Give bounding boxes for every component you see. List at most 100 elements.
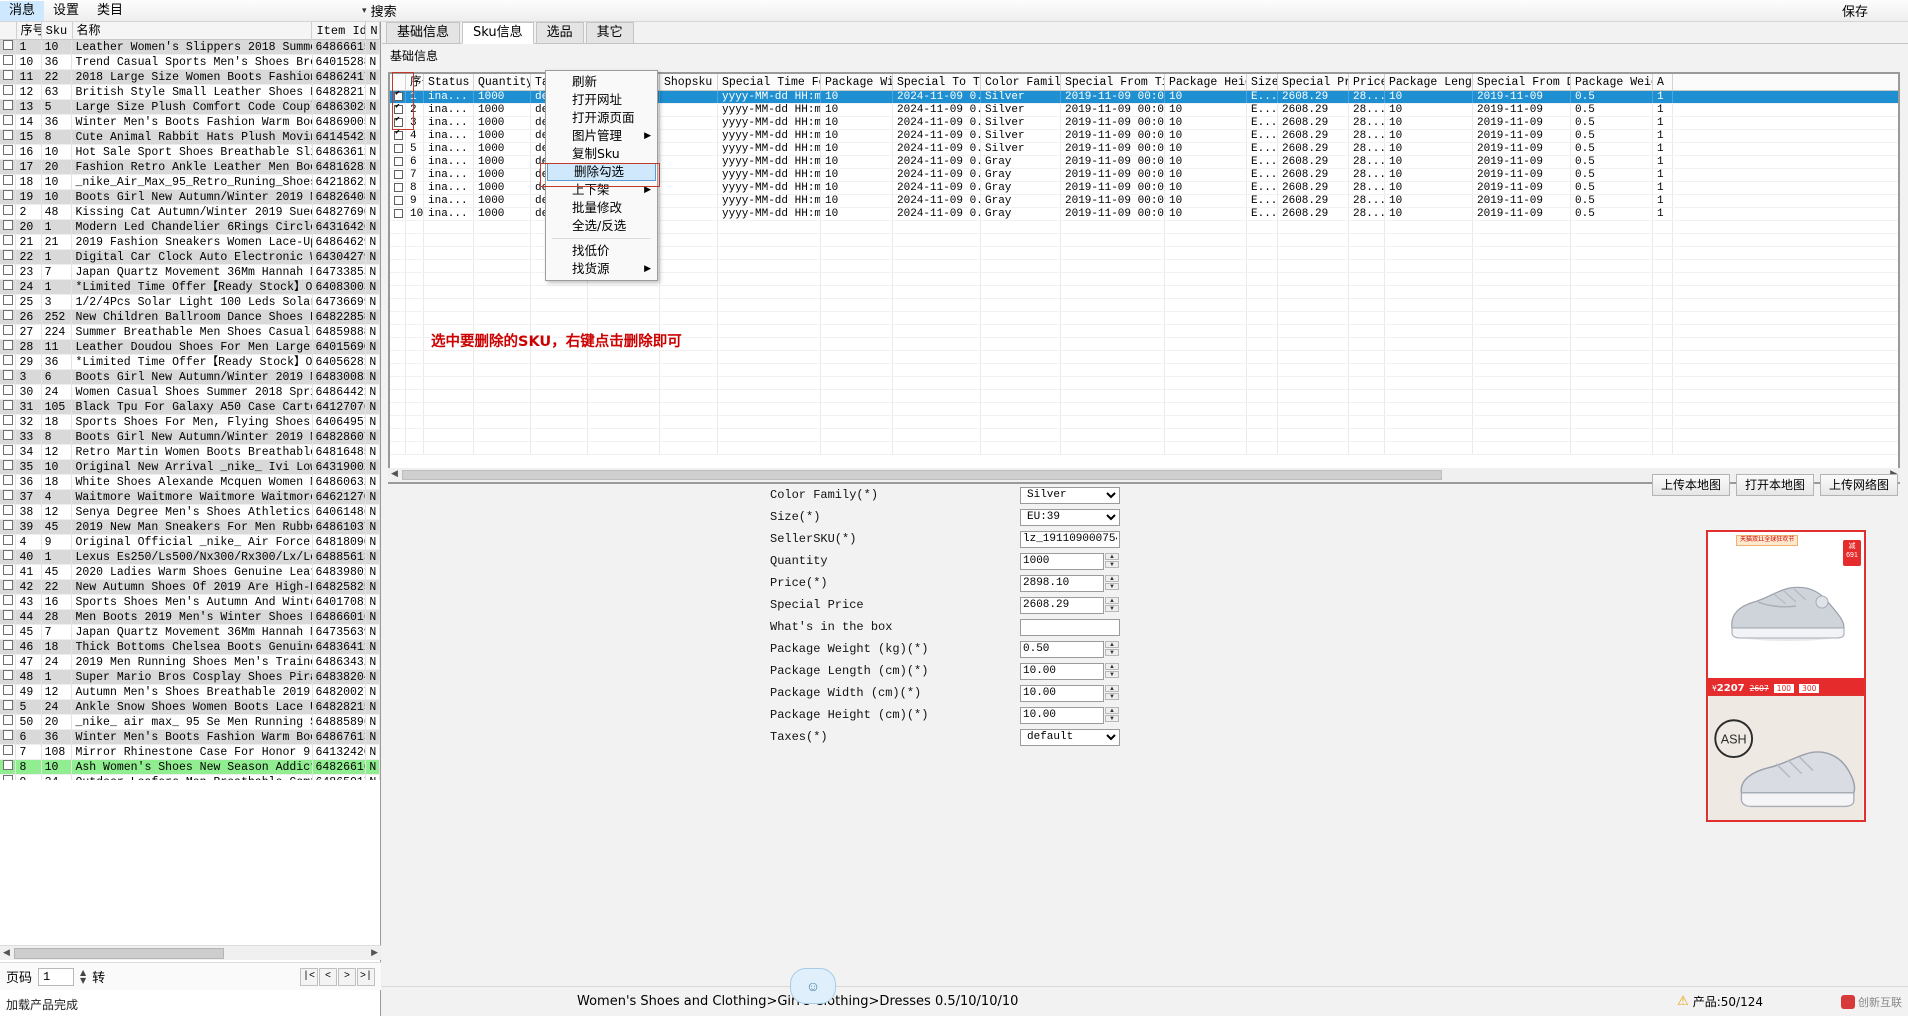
product-row[interactable]: 3618White Shoes Alexande Mcquen Women Me… <box>0 474 380 490</box>
product-row[interactable]: 34 12 Retro Martin Women Boots Breathable … <box>0 444 380 460</box>
sellersku-control[interactable] <box>1020 530 1120 548</box>
row-checkbox[interactable] <box>0 684 17 700</box>
tab-basic-info[interactable]: 基础信息 <box>386 22 461 43</box>
row-checkbox[interactable] <box>0 40 17 55</box>
col-header-checkbox[interactable] <box>0 21 17 40</box>
row-checkbox[interactable] <box>0 219 17 235</box>
sku-row-checkbox[interactable] <box>390 117 406 129</box>
color-family-select[interactable]: Silver <box>1020 486 1120 504</box>
product-row[interactable]: 3024Women Casual Shoes Summer 2018 Sprin… <box>0 384 380 400</box>
quantity-input[interactable] <box>1020 552 1104 570</box>
product-image-1[interactable]: 天猫双11全球狂欢节 减 691 ¥2207 2607 100 300 <box>1706 530 1866 700</box>
row-checkbox[interactable] <box>0 384 17 400</box>
sku-row-checkbox[interactable] <box>390 182 406 194</box>
product-row[interactable]: 135Large Size Plush Comfort Code Couple … <box>0 99 380 115</box>
row-checkbox[interactable] <box>0 474 17 490</box>
row-checkbox[interactable] <box>0 639 17 655</box>
product-row[interactable]: 2811Leather Doudou Shoes For Men Large S… <box>0 339 380 355</box>
row-checkbox[interactable] <box>0 774 17 780</box>
row-checkbox[interactable] <box>0 69 17 85</box>
col-shopsku-header[interactable]: Shopsku <box>660 74 718 90</box>
product-row[interactable]: 221Digital Car Clock Auto Electronic Wat… <box>0 249 380 265</box>
col-special-from-time-header[interactable]: Special From Time <box>1061 74 1165 90</box>
row-checkbox[interactable] <box>0 99 17 115</box>
sku-row-checkbox[interactable] <box>390 130 406 142</box>
row-checkbox[interactable] <box>0 414 17 430</box>
row-checkbox[interactable] <box>0 729 17 745</box>
row-checkbox[interactable] <box>0 369 17 385</box>
col-header-sku[interactable]: Sku <box>42 21 73 40</box>
product-row[interactable]: 248Kissing Cat Autumn/Winter 2019 Suede … <box>0 204 380 220</box>
row-checkbox[interactable] <box>0 309 17 325</box>
col-package-width-header[interactable]: Package Width <box>821 74 893 90</box>
product-row[interactable]: 1720Fashion Retro Ankle Leather Men Boot… <box>0 159 380 175</box>
context-menu-item[interactable]: 刷新 <box>546 73 657 91</box>
product-image-2[interactable]: 天猫双11全球狂欢节 减 691 ASH <box>1706 694 1866 822</box>
product-row[interactable]: 1910Boots Girl New Autumn/Winter 2019 Ma… <box>0 189 380 205</box>
context-menu-item[interactable]: 删除勾选 <box>547 163 656 181</box>
product-row[interactable]: 2531/2/4Pcs Solar Light 100 Leds Solar L… <box>0 294 380 310</box>
sku-row-checkbox[interactable] <box>390 208 406 220</box>
tab-selection[interactable]: 选品 <box>535 22 584 43</box>
product-row[interactable]: 5020_nike_ air max_ 95 Se Men Running Sh… <box>0 714 380 730</box>
col-index-header[interactable]: 序号 <box>406 74 424 90</box>
context-menu-item[interactable]: 找低价 <box>546 242 657 260</box>
row-checkbox[interactable] <box>0 54 17 70</box>
row-checkbox[interactable] <box>0 459 17 475</box>
package-weight-kg-input[interactable] <box>1020 640 1104 658</box>
row-checkbox[interactable] <box>0 759 17 775</box>
open-local-image-button[interactable]: 打开本地图 <box>1735 474 1814 496</box>
row-checkbox[interactable] <box>0 579 17 595</box>
row-checkbox[interactable] <box>0 84 17 100</box>
package-height-cm-input[interactable] <box>1020 706 1104 724</box>
context-menu-item[interactable]: 批量修改 <box>546 199 657 217</box>
col-package-length-header[interactable]: Package Length <box>1385 74 1473 90</box>
row-checkbox[interactable] <box>0 204 17 220</box>
row-checkbox[interactable] <box>0 399 17 415</box>
row-checkbox[interactable] <box>0 534 17 550</box>
special-price-input[interactable] <box>1020 596 1104 614</box>
product-row[interactable]: 4222New Autumn Shoes Of 2019 Are High-He… <box>0 579 380 595</box>
row-checkbox[interactable] <box>0 294 17 310</box>
sku-scroll-thumb[interactable] <box>402 470 1442 480</box>
menu-item-categories[interactable]: 类目 <box>88 1 132 21</box>
sku-row-checkbox[interactable] <box>390 195 406 207</box>
context-menu-item[interactable]: 找货源 ▶ <box>546 260 657 278</box>
product-row[interactable]: 27 224 Summer Breathable Men Shoes Casual … <box>0 324 380 340</box>
tab-other[interactable]: 其它 <box>585 22 634 43</box>
context-menu-item[interactable]: 全选/反选 <box>546 217 657 235</box>
package-width-cm-control[interactable]: ▲▼ <box>1020 684 1120 702</box>
row-checkbox[interactable] <box>0 249 17 265</box>
product-row[interactable]: 1263British Style Small Leather Shoes Fo… <box>0 84 380 100</box>
sku-row-checkbox[interactable] <box>390 156 406 168</box>
product-row[interactable]: 636Winter Men's Boots Fashion Warm Boot … <box>0 729 380 745</box>
product-row[interactable]: 810Ash Women's Shoes New Season Addict S… <box>0 759 380 775</box>
package-length-cm-control[interactable]: ▲▼ <box>1020 662 1120 680</box>
page-spinner-icon[interactable]: ▲ ▼ <box>80 968 86 985</box>
col-special-to-time-header[interactable]: Special To Time <box>893 74 981 90</box>
row-checkbox[interactable] <box>0 444 17 460</box>
product-row[interactable]: 7108Mirror Rhinestone Case For Honor 9 8… <box>0 744 380 760</box>
col-size-header[interactable]: Size <box>1247 74 1278 90</box>
taxes-control[interactable]: default <box>1020 728 1120 746</box>
package-width-cm-stepper[interactable]: ▲ ▼ <box>1105 685 1119 701</box>
row-checkbox[interactable] <box>0 609 17 625</box>
row-checkbox[interactable] <box>0 669 17 685</box>
product-row[interactable]: 401Lexus Es250/Ls500/Nx300/Rx300/Lx/Le50… <box>0 549 380 565</box>
product-row[interactable]: 21 21 2019 Fashion Sneakers Women Lace-Up … <box>0 234 380 250</box>
row-checkbox[interactable] <box>0 114 17 130</box>
prev-page-button[interactable]: < <box>319 967 337 986</box>
product-list-body[interactable]: 110Leather Women's Slippers 2018 Summer … <box>0 40 380 780</box>
product-row[interactable]: 241*Limited Time Offer【Ready Stock】Origi… <box>0 279 380 295</box>
row-checkbox[interactable] <box>0 489 17 505</box>
upload-network-image-button[interactable]: 上传网络图 <box>1819 474 1898 496</box>
save-button[interactable]: 保存 <box>1842 1 1868 20</box>
package-weight-kg-control[interactable]: ▲▼ <box>1020 640 1120 658</box>
context-menu-item[interactable]: 打开源页面 <box>546 109 657 127</box>
menu-item-settings[interactable]: 设置 <box>44 1 88 21</box>
product-row[interactable]: 4912Autumn Men's Shoes Breathable 2019 F… <box>0 684 380 700</box>
product-row[interactable]: 3812Senya Degree Men's Shoes Athletics S… <box>0 504 380 520</box>
product-row[interactable]: 18 10 _nike_Air_Max_95_Retro_Runing_Shoes 6… <box>0 174 380 190</box>
row-checkbox[interactable] <box>0 339 17 355</box>
col-check-header[interactable] <box>390 74 406 90</box>
